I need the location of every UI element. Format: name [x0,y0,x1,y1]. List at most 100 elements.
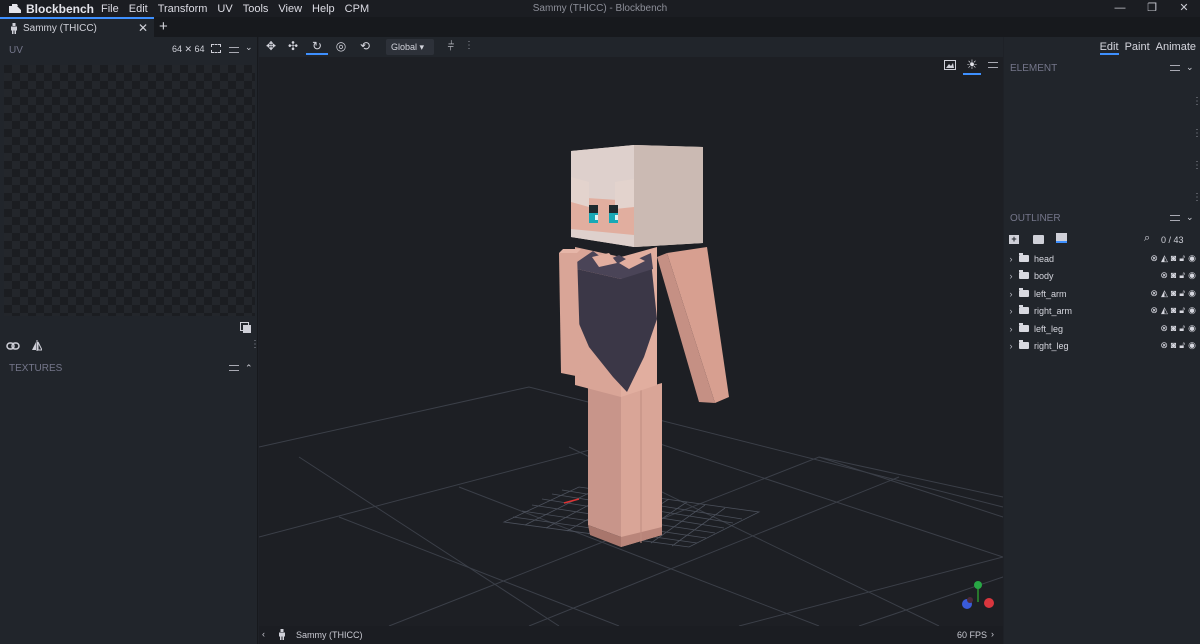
viewport-scene [259,145,1003,626]
chevron-down-icon[interactable]: ⌄ [245,42,253,53]
mode-paint[interactable]: Paint [1125,41,1150,55]
folder-icon [1019,288,1029,297]
eye-icon[interactable]: ◉ [1188,288,1196,299]
close-window-button[interactable]: ✕ [1168,0,1200,17]
mirror-toggle-icon[interactable]: ◭ [1161,288,1168,299]
expand-icon[interactable]: › [1005,341,1017,351]
outliner-item-left-arm[interactable]: › left_arm ⊗ ◭ ◙ 🔓︎ ◉ [1004,285,1200,302]
previous-icon[interactable]: ‹ [262,629,265,639]
menu-help[interactable]: Help [307,3,340,15]
uv-editor-canvas[interactable] [4,65,255,316]
hamburger-icon[interactable] [229,47,239,53]
camera-icon[interactable]: ◙ [1171,323,1176,334]
toolbar-more-icon[interactable]: ⋮ [464,41,474,51]
expand-icon[interactable]: › [1005,254,1017,264]
new-tab-button[interactable]: + [159,17,168,37]
mirror-toggle-icon[interactable]: ◭ [1161,253,1168,264]
element-more-icon-3[interactable]: ⋮ [1192,161,1200,171]
lock-icon[interactable]: 🔓︎ [1179,305,1185,316]
menu-file[interactable]: File [96,3,124,15]
lock-icon[interactable]: 🔓︎ [1179,340,1185,351]
menu-cpm[interactable]: CPM [340,3,374,15]
export-toggle-icon[interactable]: ⊗ [1160,340,1168,351]
lock-icon[interactable]: 🔓︎ [1179,288,1185,299]
camera-icon[interactable]: ◙ [1171,270,1176,281]
move-tool-icon[interactable]: ✣ [282,39,304,55]
mirror-icon[interactable] [32,340,42,351]
export-toggle-icon[interactable]: ⊗ [1160,323,1168,334]
expand-icon[interactable]: › [1005,306,1017,316]
outliner-item-right-leg[interactable]: › right_leg ⊗ ◙ 🔓︎ ◉ [1004,337,1200,354]
blockbench-logo-icon [9,3,21,13]
uv-size-label[interactable]: 64 ✕ 64 [172,44,205,55]
maximize-button[interactable]: ❐ [1136,0,1168,17]
camera-icon[interactable]: ◙ [1171,305,1176,316]
element-more-icon-2[interactable]: ⋮ [1192,129,1200,139]
tab-close-icon[interactable]: ✕ [138,21,148,35]
x-axis-line [563,498,580,504]
orientation-gizmo[interactable] [962,581,994,609]
element-chevron-icon[interactable]: ⌄ [1186,62,1194,73]
eye-icon[interactable]: ◉ [1188,305,1196,316]
expand-icon[interactable]: › [1005,271,1017,281]
menu-view[interactable]: View [273,3,307,15]
project-tab[interactable]: Sammy (THICC) ✕ [0,17,154,37]
pivot-tool-icon[interactable]: ✥ [260,39,282,55]
fullscreen-icon[interactable] [211,44,221,53]
export-toggle-icon[interactable]: ⊗ [1150,253,1158,264]
menu-bar: File Edit Transform UV Tools View Help C… [96,3,374,15]
vertex-snap-icon[interactable]: ◎ [330,39,352,55]
camera-icon[interactable]: ◙ [1171,253,1176,264]
link-icon[interactable] [6,341,20,351]
resize-tool-icon[interactable]: ⟲ [354,39,376,55]
lock-icon[interactable]: 🔓︎ [1179,323,1185,334]
menu-tools[interactable]: Tools [238,3,274,15]
image-icon[interactable] [944,60,956,70]
lock-icon[interactable]: 🔓︎ [1179,270,1185,281]
outliner-item-right-arm[interactable]: › right_arm ⊗ ◭ ◙ 🔓︎ ◉ [1004,302,1200,319]
add-group-icon[interactable] [1033,235,1044,244]
mode-edit[interactable]: Edit [1099,41,1119,55]
expand-icon[interactable]: › [1005,324,1017,334]
sun-icon[interactable]: ☀ [963,57,981,75]
outliner-item-body[interactable]: › body ⊗ ◙ 🔓︎ ◉ [1004,267,1200,284]
menu-edit[interactable]: Edit [124,3,153,15]
outliner-chevron-icon[interactable]: ⌄ [1186,212,1194,223]
item-toggles: ⊗ ◭ ◙ 🔓︎ ◉ [1150,253,1196,264]
outliner-item-head[interactable]: › head ⊗ ◭ ◙ 🔓︎ ◉ [1004,250,1200,267]
search-icon[interactable]: ⌕ [1144,232,1150,245]
rotate-tool-icon[interactable]: ↻ [306,39,328,55]
expand-icon[interactable]: › [1005,289,1017,299]
eye-icon[interactable]: ◉ [1188,253,1196,264]
next-icon[interactable]: › [991,629,994,639]
element-more-icon-1[interactable]: ⋮ [1192,97,1200,107]
element-hamburger-icon[interactable] [1170,65,1180,71]
add-cube-icon[interactable]: + [1009,235,1019,244]
transform-space-select[interactable]: Global ▾ [386,39,434,55]
export-toggle-icon[interactable]: ⊗ [1150,305,1158,316]
outliner-hamburger-icon[interactable] [1170,215,1180,221]
export-toggle-icon[interactable]: ⊗ [1160,270,1168,281]
chevron-up-icon[interactable]: ⌃ [245,363,253,374]
mirror-toggle-icon[interactable]: ◭ [1161,305,1168,316]
export-toggle-icon[interactable]: ⊗ [1150,288,1158,299]
textures-panel-header: TEXTURES [0,357,258,379]
mode-animate[interactable]: Animate [1156,41,1196,55]
textures-hamburger-icon[interactable] [229,365,239,371]
camera-icon[interactable]: ◙ [1171,340,1176,351]
element-more-icon-4[interactable]: ⋮ [1192,193,1200,203]
minimize-button[interactable]: — [1104,0,1136,17]
outliner-toggle-icon[interactable] [1056,233,1067,243]
outliner-item-left-leg[interactable]: › left_leg ⊗ ◙ 🔓︎ ◉ [1004,320,1200,337]
eye-icon[interactable]: ◉ [1188,323,1196,334]
camera-icon[interactable]: ◙ [1171,288,1176,299]
menu-transform[interactable]: Transform [153,3,213,15]
eye-icon[interactable]: ◉ [1188,270,1196,281]
eye-icon[interactable]: ◉ [1188,340,1196,351]
lock-icon[interactable]: 🔓︎ [1179,253,1185,264]
3d-viewport[interactable]: ☀ [259,57,1003,626]
viewport-menu-icon[interactable] [988,62,998,68]
menu-uv[interactable]: UV [212,3,237,15]
folder-icon [1019,305,1029,314]
align-tool-icon[interactable]: ⫩ [440,39,462,55]
